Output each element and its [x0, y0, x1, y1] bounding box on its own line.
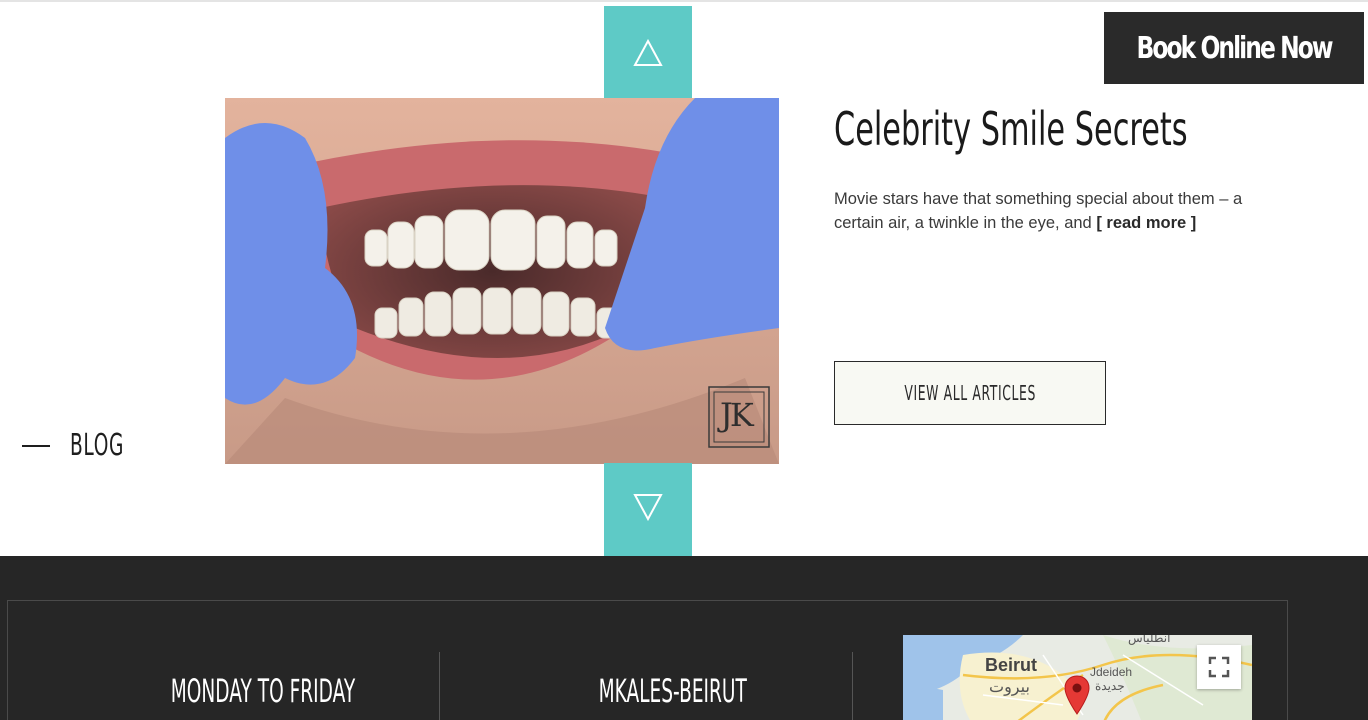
hours-heading: MONDAY TO FRIDAY: [170, 672, 356, 710]
section-label: BLOG: [22, 428, 157, 463]
location-heading: MKALES-BEIRUT: [598, 672, 747, 710]
post-title[interactable]: Celebrity Smile Secrets: [834, 102, 1188, 156]
section-label-text: BLOG: [70, 428, 124, 463]
triangle-down-icon: [633, 493, 663, 521]
triangle-up-icon: [633, 39, 663, 66]
map-label-suburb: Jdeideh: [1090, 665, 1133, 679]
location-map[interactable]: Beirut بيروت Jdeideh جديدة انطلياس: [903, 635, 1252, 720]
carousel-next-button[interactable]: [604, 463, 692, 556]
map-fullscreen-button[interactable]: [1197, 645, 1241, 689]
footer-divider: [439, 652, 440, 720]
view-all-articles-label: VIEW ALL ARTICLES: [904, 381, 1036, 405]
book-online-button[interactable]: Book Online Now: [1104, 12, 1364, 84]
post-excerpt: Movie stars have that something special …: [834, 187, 1274, 235]
view-all-articles-button[interactable]: VIEW ALL ARTICLES: [834, 361, 1106, 425]
map-label-city-ar: بيروت: [989, 679, 1030, 696]
map-label-suburb-ar: جديدة: [1095, 679, 1125, 693]
read-more-link[interactable]: [ read more ]: [1096, 214, 1196, 232]
footer-divider: [852, 652, 853, 720]
footer: MONDAY TO FRIDAY MKALES-BEIRUT Beirut بي…: [0, 556, 1368, 720]
smile-photo: [225, 98, 779, 464]
map-label-top-ar: انطلياس: [1128, 635, 1171, 645]
map-label-city: Beirut: [985, 655, 1038, 675]
jk-watermark-text: JK: [720, 396, 754, 434]
blog-post-image[interactable]: JK: [225, 98, 779, 464]
carousel-prev-button[interactable]: [604, 6, 692, 98]
fullscreen-icon: [1208, 656, 1230, 678]
top-divider: [0, 0, 1368, 2]
map-pin-icon[interactable]: [1064, 675, 1090, 715]
dash-decoration: [22, 444, 50, 447]
book-online-label: Book Online Now: [1136, 30, 1334, 66]
